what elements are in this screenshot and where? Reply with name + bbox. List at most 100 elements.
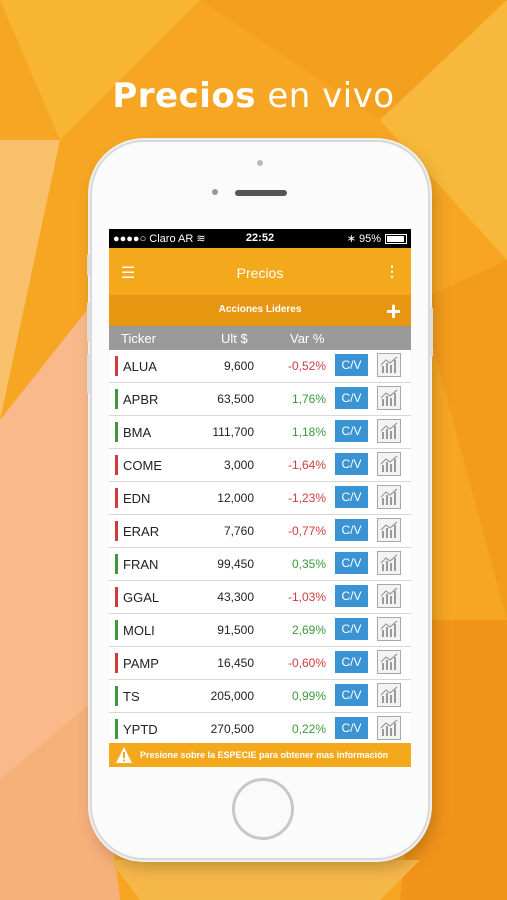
vertical-dots-icon[interactable]: ⋮ <box>385 263 399 280</box>
ticker-label[interactable]: FRAN <box>123 557 158 572</box>
trend-marker <box>115 389 118 409</box>
trend-marker <box>115 422 118 442</box>
table-row[interactable]: ERAR 7,760 -0,77% C/V <box>109 515 411 548</box>
table-row[interactable]: PAMP 16,450 -0,60% C/V <box>109 647 411 680</box>
ticker-label[interactable]: COME <box>123 458 162 473</box>
chart-icon-graphic <box>380 719 398 736</box>
proximity-sensor <box>257 160 263 166</box>
ticker-label[interactable]: MOLI <box>123 623 155 638</box>
ticker-label[interactable]: EDN <box>123 491 150 506</box>
quotes-list: ALUA 9,600 -0,52% C/V APBR 63,500 1,76% C/V BMA 1… <box>109 350 411 746</box>
chart-icon-graphic <box>380 521 398 538</box>
chart-icon-graphic <box>380 422 398 439</box>
buy-sell-button[interactable]: C/V <box>335 618 368 640</box>
trend-marker <box>115 455 118 475</box>
chart-icon[interactable] <box>377 419 401 443</box>
chart-icon[interactable] <box>377 386 401 410</box>
buy-sell-button[interactable]: C/V <box>335 519 368 541</box>
earpiece-speaker <box>235 190 287 196</box>
table-header: Ticker Ult $ Var % <box>109 326 411 350</box>
volume-up-button <box>87 302 91 342</box>
app-bar: ☰ Precios ⋮ <box>109 248 411 295</box>
variation: 1,18% <box>291 425 326 439</box>
buy-sell-button[interactable]: C/V <box>335 552 368 574</box>
trend-marker <box>115 719 118 739</box>
buy-sell-button[interactable]: C/V <box>335 486 368 508</box>
info-footer: Presione sobre la ESPECIE para obtener m… <box>109 743 411 767</box>
variation: -0,60% <box>287 656 326 670</box>
status-bar: ●●●●○ Claro AR ≋ 22:52 ∗ 95% <box>109 229 411 248</box>
chart-icon[interactable] <box>377 353 401 377</box>
table-row[interactable]: EDN 12,000 -1,23% C/V <box>109 482 411 515</box>
buy-sell-button[interactable]: C/V <box>335 354 368 376</box>
trend-marker <box>115 686 118 706</box>
chart-icon[interactable] <box>377 452 401 476</box>
buy-sell-button[interactable]: C/V <box>335 585 368 607</box>
ticker-label[interactable]: BMA <box>123 425 151 440</box>
table-row[interactable]: TS 205,000 0,99% C/V <box>109 680 411 713</box>
chart-icon[interactable] <box>377 485 401 509</box>
warning-icon <box>116 747 132 763</box>
chart-icon-graphic <box>380 686 398 703</box>
table-row[interactable]: APBR 63,500 1,76% C/V <box>109 383 411 416</box>
buy-sell-button[interactable]: C/V <box>335 651 368 673</box>
chart-icon[interactable] <box>377 584 401 608</box>
variation: 0,35% <box>291 557 326 571</box>
chart-icon-graphic <box>380 554 398 571</box>
plus-icon[interactable]: + <box>386 296 401 327</box>
home-button[interactable] <box>232 778 294 840</box>
buy-sell-button[interactable]: C/V <box>335 420 368 442</box>
last-price: 91,500 <box>217 623 254 637</box>
trend-marker <box>115 356 118 376</box>
last-price: 205,000 <box>210 689 254 703</box>
col-ticker: Ticker <box>121 331 156 346</box>
chart-icon[interactable] <box>377 551 401 575</box>
ticker-label[interactable]: ERAR <box>123 524 159 539</box>
buy-sell-button[interactable]: C/V <box>335 717 368 739</box>
table-row[interactable]: MOLI 91,500 2,69% C/V <box>109 614 411 647</box>
chart-icon-graphic <box>380 620 398 637</box>
last-price: 270,500 <box>210 722 254 736</box>
ticker-label[interactable]: APBR <box>123 392 158 407</box>
ticker-label[interactable]: ALUA <box>123 359 157 374</box>
battery-icon <box>385 234 407 244</box>
table-row[interactable]: COME 3,000 -1,64% C/V <box>109 449 411 482</box>
buy-sell-button[interactable]: C/V <box>335 684 368 706</box>
variation: -1,03% <box>287 590 326 604</box>
power-button <box>429 307 433 357</box>
trend-marker <box>115 521 118 541</box>
last-price: 63,500 <box>217 392 254 406</box>
variation: -0,52% <box>287 359 326 373</box>
chart-icon-graphic <box>380 389 398 406</box>
chart-icon[interactable] <box>377 518 401 542</box>
chart-icon[interactable] <box>377 683 401 707</box>
last-price: 3,000 <box>223 458 254 472</box>
variation: 0,22% <box>291 722 326 736</box>
headline: Precios en vivo <box>0 76 507 116</box>
table-row[interactable]: BMA 111,700 1,18% C/V <box>109 416 411 449</box>
ticker-label[interactable]: TS <box>123 689 140 704</box>
ticker-label[interactable]: YPTD <box>123 722 158 737</box>
buy-sell-button[interactable]: C/V <box>335 387 368 409</box>
table-row[interactable]: FRAN 99,450 0,35% C/V <box>109 548 411 581</box>
last-price: 9,600 <box>223 359 254 373</box>
section-bar: Acciones Lideres + <box>109 295 411 326</box>
col-last: Ult $ <box>221 331 248 346</box>
chart-icon[interactable] <box>377 617 401 641</box>
chart-icon[interactable] <box>377 716 401 740</box>
table-row[interactable]: YPTD 270,500 0,22% C/V <box>109 713 411 746</box>
trend-marker <box>115 587 118 607</box>
trend-marker <box>115 488 118 508</box>
table-row[interactable]: GGAL 43,300 -1,03% C/V <box>109 581 411 614</box>
last-price: 12,000 <box>217 491 254 505</box>
section-title[interactable]: Acciones Lideres <box>109 304 411 315</box>
ticker-label[interactable]: PAMP <box>123 656 159 671</box>
variation: 1,76% <box>291 392 326 406</box>
battery-percent-text: 95% <box>358 233 381 245</box>
buy-sell-button[interactable]: C/V <box>335 453 368 475</box>
headline-bold: Precios <box>112 76 257 116</box>
table-row[interactable]: ALUA 9,600 -0,52% C/V <box>109 350 411 383</box>
ticker-label[interactable]: GGAL <box>123 590 159 605</box>
chart-icon[interactable] <box>377 650 401 674</box>
phone-screen: ●●●●○ Claro AR ≋ 22:52 ∗ 95% ☰ Precios ⋮… <box>109 229 411 767</box>
